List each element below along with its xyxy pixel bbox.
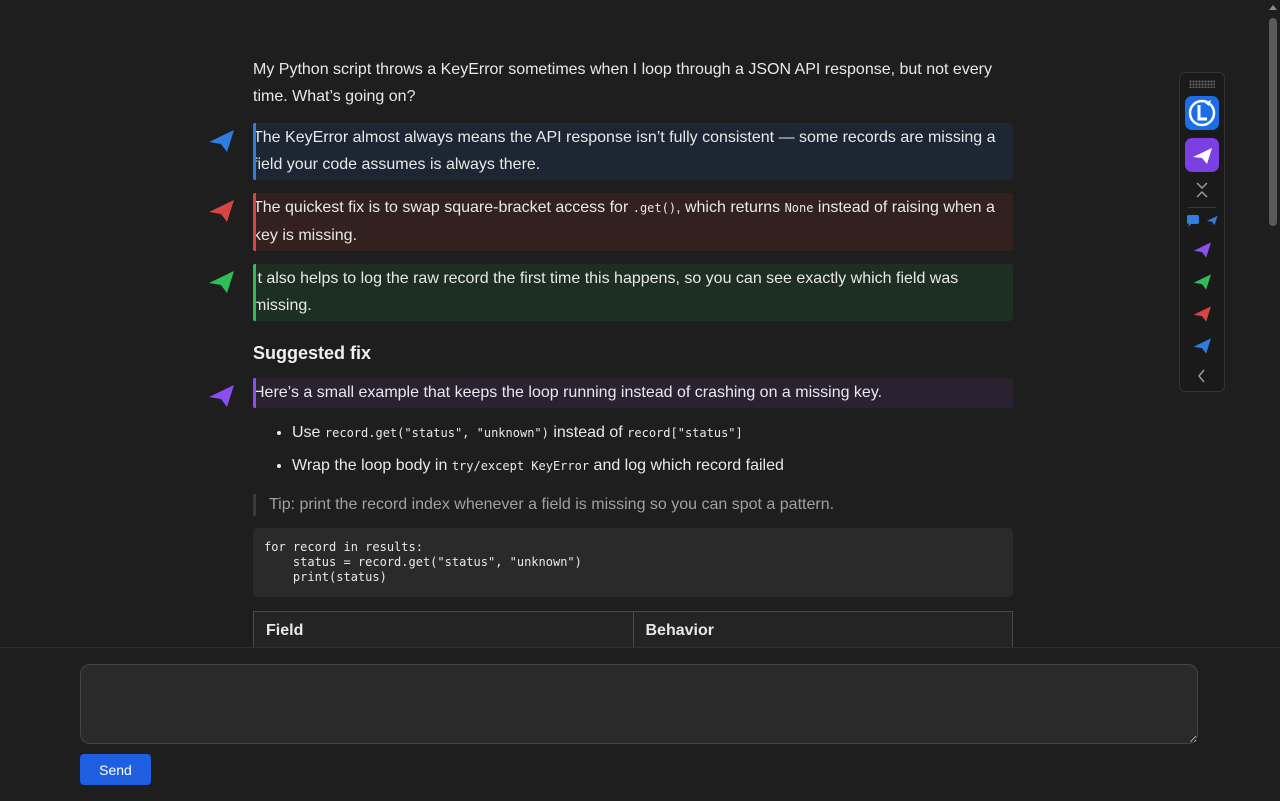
response-segment-red[interactable]: The quickest fix is to swap square-brack… bbox=[209, 193, 1013, 251]
text-run: , which returns bbox=[676, 199, 785, 216]
purple-pen-icon[interactable] bbox=[207, 383, 235, 409]
chat-bubble-icon[interactable] bbox=[1186, 215, 1200, 227]
red-pen-icon[interactable] bbox=[1192, 305, 1212, 323]
blue-pen-icon[interactable] bbox=[1192, 337, 1212, 355]
tip-blockquote: Tip: print the record index whenever a f… bbox=[253, 494, 1013, 516]
conversation: My Python script throws a KeyError somet… bbox=[209, 56, 1013, 647]
segment-color-bar bbox=[253, 378, 256, 408]
inline-code: .get() bbox=[632, 201, 677, 215]
grip-icon[interactable] bbox=[1189, 80, 1215, 88]
response-segment-blue[interactable]: The KeyError almost always means the API… bbox=[209, 123, 1013, 180]
text-run: Wrap the loop body in bbox=[292, 457, 452, 474]
segment-color-bar bbox=[253, 264, 256, 321]
composer: Send bbox=[0, 647, 1280, 801]
segment-text: Here’s a small example that keeps the lo… bbox=[253, 384, 883, 401]
panel-divider bbox=[1188, 207, 1216, 208]
inline-code: try/except KeyError bbox=[451, 459, 590, 473]
chat-scroll-area: My Python script throws a KeyError somet… bbox=[0, 0, 1266, 647]
red-pen-icon[interactable] bbox=[207, 198, 235, 224]
user-message: My Python script throws a KeyError somet… bbox=[253, 61, 992, 105]
text-run: and log which record failed bbox=[589, 457, 784, 474]
app-logo-button[interactable] bbox=[1185, 96, 1219, 130]
table-header-behavior: Behavior bbox=[632, 611, 1013, 647]
green-pen-icon[interactable] bbox=[1192, 273, 1212, 291]
segment-text: It also helps to log the raw record the … bbox=[253, 265, 1013, 319]
section-heading: Suggested fix bbox=[253, 343, 372, 363]
segment-text: The KeyError almost always means the API… bbox=[253, 124, 1013, 178]
floating-tool-panel bbox=[1179, 72, 1225, 392]
text-run: The KeyError almost always means the API… bbox=[253, 129, 996, 173]
segment-color-bar bbox=[253, 123, 256, 180]
segment-text: The quickest fix is to swap square-brack… bbox=[253, 194, 1013, 249]
response-segment-green[interactable]: It also helps to log the raw record the … bbox=[209, 264, 1013, 321]
scrollbar-thumb[interactable] bbox=[1269, 18, 1277, 226]
text-run: It also helps to log the raw record the … bbox=[253, 270, 959, 314]
response-segment-purple[interactable]: Here’s a small example that keeps the lo… bbox=[209, 378, 1013, 408]
field-behavior-table: Field Behavior bbox=[253, 611, 1013, 647]
text-run: Use bbox=[292, 424, 325, 441]
send-button[interactable]: Send bbox=[80, 754, 151, 785]
inline-code: record.get("status", "unknown") bbox=[324, 426, 549, 440]
code-block: for record in results: status = record.g… bbox=[253, 528, 1013, 597]
app-logo-icon bbox=[1188, 99, 1216, 127]
scroll-up-arrow-icon[interactable] bbox=[1269, 5, 1277, 10]
response-segments: The KeyError almost always means the API… bbox=[209, 123, 1013, 321]
table-header-field: Field bbox=[253, 611, 634, 647]
purple-pen-icon[interactable] bbox=[1192, 241, 1212, 259]
compose-icon bbox=[1193, 148, 1212, 164]
compose-button[interactable] bbox=[1185, 138, 1219, 172]
message-input[interactable] bbox=[80, 664, 1198, 744]
collapse-icon[interactable] bbox=[1192, 181, 1212, 199]
page-scrollbar[interactable] bbox=[1266, 0, 1280, 647]
text-run: instead of bbox=[548, 424, 628, 441]
segment-color-bar bbox=[253, 193, 256, 251]
text-run: The quickest fix is to swap square-brack… bbox=[253, 199, 633, 216]
blue-pen-icon[interactable] bbox=[207, 128, 235, 154]
pen-blue-small-icon[interactable] bbox=[1206, 215, 1218, 226]
list-item: Wrap the loop body in try/except KeyErro… bbox=[292, 454, 1013, 478]
table-header-row: Field Behavior bbox=[253, 611, 1013, 647]
inline-code: record["status"] bbox=[627, 426, 743, 440]
chevron-left-icon[interactable] bbox=[1192, 367, 1212, 385]
suggestion-list: Use record.get("status", "unknown") inst… bbox=[253, 421, 1013, 478]
green-pen-icon[interactable] bbox=[207, 269, 235, 295]
list-item: Use record.get("status", "unknown") inst… bbox=[292, 421, 1013, 445]
inline-code: None bbox=[784, 201, 814, 215]
